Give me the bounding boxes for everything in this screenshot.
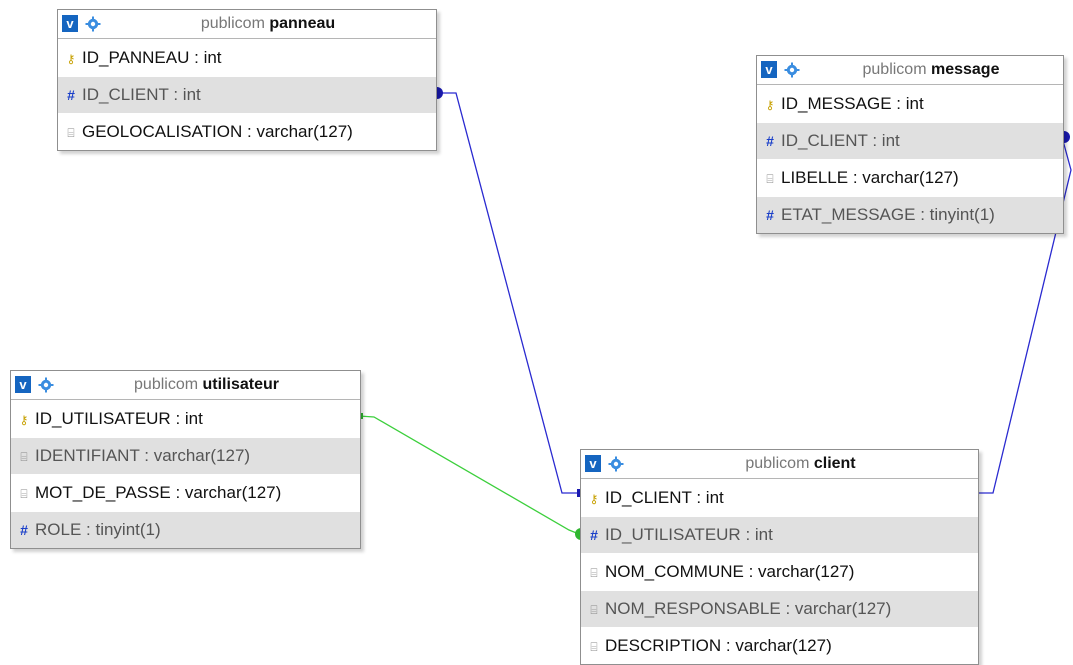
relation-endpoint-panneau bbox=[437, 87, 443, 99]
table-name: client bbox=[813, 455, 856, 472]
column-row[interactable]: # ID_UTILISATEUR : int bbox=[581, 516, 978, 553]
hash-icon: # bbox=[20, 522, 28, 538]
column-name: MOT_DE_PASSE bbox=[35, 483, 171, 502]
gear-icon[interactable] bbox=[38, 377, 54, 393]
toggle-columns-button[interactable]: v bbox=[761, 61, 777, 78]
column-type: : int bbox=[896, 94, 924, 113]
relation-endpoint-message bbox=[1064, 131, 1070, 143]
table-client[interactable]: v publicom client ⚷ ID_CLIENT : int # ID_U… bbox=[580, 449, 979, 665]
column-name: ID_CLIENT bbox=[781, 131, 868, 150]
text-icon: ⌸ bbox=[67, 126, 75, 140]
key-icon: ⚷ bbox=[19, 413, 29, 427]
table-title: publicom utilisateur bbox=[57, 371, 356, 399]
column-row[interactable]: ⌸ NOM_RESPONSABLE : varchar(127) bbox=[581, 590, 978, 627]
column-row[interactable]: # ETAT_MESSAGE : tinyint(1) bbox=[757, 196, 1063, 233]
table-title: publicom panneau bbox=[104, 10, 432, 38]
column-type: : varchar(127) bbox=[725, 636, 832, 655]
column-row[interactable]: ⌸ MOT_DE_PASSE : varchar(127) bbox=[11, 474, 360, 511]
column-type: : int bbox=[696, 488, 724, 507]
table-header[interactable]: v publicom utilisateur bbox=[11, 371, 360, 400]
column-name: ETAT_MESSAGE bbox=[781, 205, 916, 224]
column-name: ID_CLIENT bbox=[82, 85, 169, 104]
schema-name: publicom bbox=[862, 61, 927, 78]
column-row[interactable]: ⌸ IDENTIFIANT : varchar(127) bbox=[11, 437, 360, 474]
hash-icon: # bbox=[590, 527, 598, 543]
column-row[interactable]: ⚷ ID_CLIENT : int bbox=[581, 479, 978, 516]
toggle-columns-button[interactable]: v bbox=[585, 455, 601, 472]
table-name: utilisateur bbox=[202, 376, 279, 393]
gear-icon[interactable] bbox=[85, 16, 101, 32]
column-row[interactable]: ⌸ NOM_COMMUNE : varchar(127) bbox=[581, 553, 978, 590]
gear-icon[interactable] bbox=[784, 62, 800, 78]
table-utilisateur[interactable]: v publicom utilisateur ⚷ ID_UTILISATEUR :… bbox=[10, 370, 361, 549]
column-type: : int bbox=[745, 525, 773, 544]
schema-name: publicom bbox=[745, 455, 810, 472]
gear-icon[interactable] bbox=[608, 456, 624, 472]
text-icon: ⌸ bbox=[20, 487, 28, 501]
table-message[interactable]: v publicom message ⚷ ID_MESSAGE : int # ID… bbox=[756, 55, 1064, 234]
column-name: LIBELLE bbox=[781, 168, 849, 187]
column-row[interactable]: ⌸ DESCRIPTION : varchar(127) bbox=[581, 627, 978, 664]
table-name: panneau bbox=[269, 15, 336, 32]
column-name: ID_PANNEAU bbox=[82, 48, 190, 67]
column-type: : int bbox=[194, 48, 222, 67]
text-icon: ⌸ bbox=[590, 640, 598, 654]
column-row[interactable]: ⚷ ID_UTILISATEUR : int bbox=[11, 400, 360, 437]
column-name: NOM_COMMUNE bbox=[605, 562, 744, 581]
relation-panneau-client bbox=[441, 92, 580, 494]
column-row[interactable]: # ID_CLIENT : int bbox=[58, 76, 436, 113]
column-row[interactable]: # ROLE : tinyint(1) bbox=[11, 511, 360, 548]
column-type: : varchar(127) bbox=[144, 446, 251, 465]
column-type: : tinyint(1) bbox=[920, 205, 995, 224]
column-name: ROLE bbox=[35, 520, 82, 539]
column-name: NOM_RESPONSABLE bbox=[605, 599, 781, 618]
table-header[interactable]: v publicom client bbox=[581, 450, 978, 479]
column-name: ID_CLIENT bbox=[605, 488, 692, 507]
column-type: : varchar(127) bbox=[785, 599, 892, 618]
column-type: : tinyint(1) bbox=[86, 520, 161, 539]
table-title: publicom client bbox=[627, 450, 974, 478]
column-type: : varchar(127) bbox=[852, 168, 959, 187]
column-type: : varchar(127) bbox=[175, 483, 282, 502]
table-panneau[interactable]: v publicom panneau ⚷ ID_PANNEAU : int # ID… bbox=[57, 9, 437, 151]
hash-icon: # bbox=[766, 207, 774, 223]
table-title: publicom message bbox=[803, 56, 1059, 84]
table-name: message bbox=[930, 61, 1000, 78]
column-row[interactable]: # ID_CLIENT : int bbox=[757, 122, 1063, 159]
column-name: DESCRIPTION bbox=[605, 636, 722, 655]
table-header[interactable]: v publicom panneau bbox=[58, 10, 436, 39]
column-type: : int bbox=[173, 85, 201, 104]
key-icon: ⚷ bbox=[589, 492, 599, 506]
column-name: GEOLOCALISATION bbox=[82, 122, 243, 141]
text-icon: ⌸ bbox=[590, 603, 598, 617]
toggle-columns-button[interactable]: v bbox=[62, 15, 78, 32]
column-type: : int bbox=[175, 409, 203, 428]
key-icon: ⚷ bbox=[66, 52, 76, 66]
column-row[interactable]: ⚷ ID_PANNEAU : int bbox=[58, 39, 436, 76]
column-name: ID_MESSAGE bbox=[781, 94, 892, 113]
column-name: ID_UTILISATEUR bbox=[35, 409, 171, 428]
column-type: : int bbox=[872, 131, 900, 150]
column-name: IDENTIFIANT bbox=[35, 446, 140, 465]
text-icon: ⌸ bbox=[766, 172, 774, 186]
column-type: : varchar(127) bbox=[247, 122, 353, 141]
column-row[interactable]: ⌸ GEOLOCALISATION : varchar(127) bbox=[58, 113, 436, 150]
text-icon: ⌸ bbox=[590, 566, 598, 580]
toggle-columns-button[interactable]: v bbox=[15, 376, 31, 393]
text-icon: ⌸ bbox=[20, 450, 28, 464]
schema-name: publicom bbox=[134, 376, 199, 393]
column-row[interactable]: ⚷ ID_MESSAGE : int bbox=[757, 85, 1063, 122]
table-header[interactable]: v publicom message bbox=[757, 56, 1063, 85]
column-row[interactable]: ⌸ LIBELLE : varchar(127) bbox=[757, 159, 1063, 196]
hash-icon: # bbox=[766, 133, 774, 149]
column-name: ID_UTILISATEUR bbox=[605, 525, 741, 544]
column-type: : varchar(127) bbox=[748, 562, 855, 581]
hash-icon: # bbox=[67, 87, 75, 103]
key-icon: ⚷ bbox=[765, 98, 775, 112]
schema-name: publicom bbox=[200, 15, 265, 32]
